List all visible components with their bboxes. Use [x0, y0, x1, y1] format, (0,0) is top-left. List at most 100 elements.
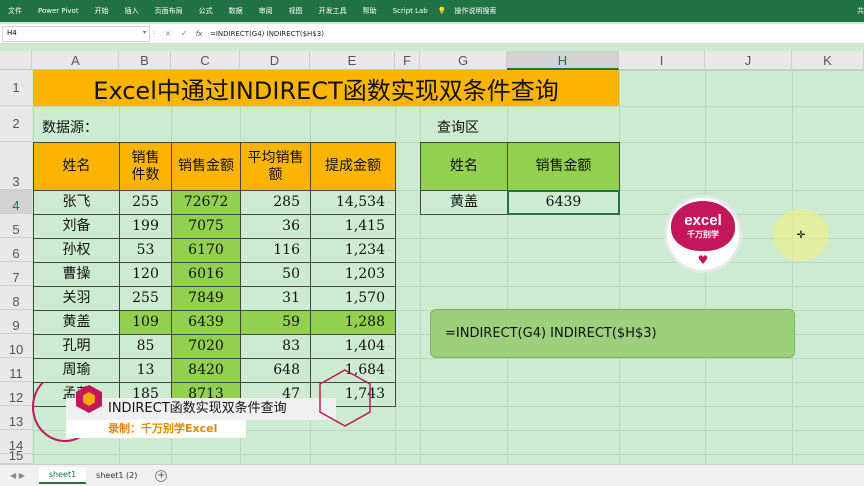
table-cell[interactable]: 关羽 — [33, 286, 120, 311]
table-cell[interactable]: 孙权 — [33, 238, 120, 263]
column-header-d[interactable]: D — [240, 51, 310, 70]
column-header-b[interactable]: B — [119, 51, 171, 70]
insert-function-icon[interactable]: fx — [192, 30, 206, 38]
table-cell[interactable]: 曹操 — [33, 262, 120, 287]
ribbon-tab[interactable]: 页面布局 — [147, 6, 191, 16]
sheet-title[interactable]: Excel中通过INDIRECT函数实现双条件查询 — [33, 70, 619, 106]
table-cell[interactable]: 285 — [240, 190, 311, 215]
row-header-10[interactable]: 10 — [0, 334, 32, 358]
ribbon-tab[interactable]: 插入 — [117, 6, 147, 16]
ribbon-tab[interactable]: 公式 — [191, 6, 221, 16]
table-cell[interactable]: 1,570 — [310, 286, 396, 311]
table-cell[interactable]: 8420 — [171, 358, 241, 383]
table-cell[interactable]: 72672 — [171, 190, 241, 215]
sheet-tab-sheet1[interactable]: sheet1 — [38, 467, 87, 484]
cancel-icon[interactable]: × — [160, 29, 176, 38]
share-button[interactable]: 共 — [857, 6, 864, 16]
ribbon-tab[interactable]: 文件 — [0, 6, 30, 16]
table-cell[interactable]: 199 — [119, 214, 172, 239]
table-cell[interactable]: 83 — [240, 334, 311, 359]
name-box[interactable]: H4 ▾ — [2, 25, 150, 42]
row-header-11[interactable]: 11 — [0, 358, 32, 382]
table-cell[interactable]: 13 — [119, 358, 172, 383]
row-header-13[interactable]: 13 — [0, 406, 32, 430]
row-header-7[interactable]: 7 — [0, 262, 32, 286]
column-header-j[interactable]: J — [705, 51, 792, 70]
sheet-tab-sheet1-2[interactable]: sheet1 (2) — [86, 468, 147, 483]
table-cell[interactable]: 85 — [119, 334, 172, 359]
table-cell[interactable]: 255 — [119, 286, 172, 311]
select-all-corner[interactable] — [0, 51, 32, 70]
ribbon-tab[interactable]: 审阅 — [251, 6, 281, 16]
table-cell[interactable]: 6170 — [171, 238, 241, 263]
table-cell[interactable]: 黄盖 — [33, 310, 120, 335]
ribbon-tab[interactable]: 开始 — [87, 6, 117, 16]
ribbon-tab[interactable]: 视图 — [281, 6, 311, 16]
row-header-12[interactable]: 12 — [0, 382, 32, 406]
row-header-15[interactable]: 15 — [0, 448, 32, 464]
table-cell[interactable]: 7020 — [171, 334, 241, 359]
row-header-8[interactable]: 8 — [0, 286, 32, 310]
table-cell[interactable]: 53 — [119, 238, 172, 263]
ribbon-tab[interactable]: Power Pivot — [30, 7, 87, 15]
source-label[interactable]: 数据源： — [42, 117, 98, 137]
column-header-f[interactable]: F — [395, 51, 420, 70]
enter-icon[interactable]: ✓ — [176, 29, 192, 38]
row-header-2[interactable]: 2 — [0, 106, 32, 142]
column-header-k[interactable]: K — [792, 51, 864, 70]
row-header-6[interactable]: 6 — [0, 238, 32, 262]
table-cell[interactable]: 6016 — [171, 262, 241, 287]
row-header-5[interactable]: 5 — [0, 214, 32, 238]
query-header-name[interactable]: 姓名 — [420, 142, 508, 191]
table-header-cell[interactable]: 提成金额 — [310, 142, 396, 191]
column-header-a[interactable]: A — [33, 51, 119, 70]
table-cell[interactable]: 648 — [240, 358, 311, 383]
row-header-1[interactable]: 1 — [0, 70, 32, 106]
table-cell[interactable]: 7849 — [171, 286, 241, 311]
table-cell[interactable]: 120 — [119, 262, 172, 287]
table-cell[interactable]: 1,415 — [310, 214, 396, 239]
column-header-i[interactable]: I — [619, 51, 705, 70]
table-header-cell[interactable]: 销售金额 — [171, 142, 241, 191]
table-header-cell[interactable]: 销售件数 — [119, 142, 172, 191]
ribbon-tab[interactable]: 开发工具 — [311, 6, 355, 16]
table-header-cell[interactable]: 姓名 — [33, 142, 120, 191]
chevron-down-icon[interactable]: ▾ — [143, 29, 146, 36]
table-cell[interactable]: 109 — [119, 310, 172, 335]
table-cell[interactable]: 1,404 — [310, 334, 396, 359]
ribbon-tab[interactable]: Script Lab — [385, 7, 436, 15]
column-header-g[interactable]: G — [420, 51, 507, 70]
query-label[interactable]: 查询区 — [437, 117, 479, 137]
table-cell[interactable]: 59 — [240, 310, 311, 335]
table-cell[interactable]: 刘备 — [33, 214, 120, 239]
table-cell[interactable]: 36 — [240, 214, 311, 239]
table-cell[interactable]: 1,288 — [310, 310, 396, 335]
table-cell[interactable]: 1,203 — [310, 262, 396, 287]
add-sheet-icon[interactable]: + — [155, 469, 168, 482]
query-header-value[interactable]: 销售金额 — [507, 142, 620, 191]
table-header-cell[interactable]: 平均销售额 — [240, 142, 311, 191]
table-cell[interactable]: 31 — [240, 286, 311, 311]
table-cell[interactable]: 50 — [240, 262, 311, 287]
table-cell[interactable]: 张飞 — [33, 190, 120, 215]
table-cell[interactable]: 14,534 — [310, 190, 396, 215]
sheet-nav-arrows[interactable]: ◀ ▶ — [10, 471, 25, 480]
table-cell[interactable]: 1,234 — [310, 238, 396, 263]
ribbon-tab[interactable]: 帮助 — [355, 6, 385, 16]
query-value-cell[interactable]: 6439 — [507, 190, 620, 215]
row-header-4[interactable]: 4 — [0, 190, 32, 214]
query-name-cell[interactable]: 黄盖 — [420, 190, 508, 215]
ribbon-tab[interactable]: 数据 — [221, 6, 251, 16]
tell-me-search[interactable]: 操作说明搜索 — [446, 6, 504, 16]
table-cell[interactable]: 7075 — [171, 214, 241, 239]
table-cell[interactable]: 孔明 — [33, 334, 120, 359]
formula-input[interactable]: =INDIRECT(G4) INDIRECT($H$3) — [210, 30, 324, 38]
column-header-e[interactable]: E — [310, 51, 395, 70]
row-header-3[interactable]: 3 — [0, 142, 32, 190]
column-header-c[interactable]: C — [171, 51, 240, 70]
table-cell[interactable]: 6439 — [171, 310, 241, 335]
table-cell[interactable]: 255 — [119, 190, 172, 215]
row-header-9[interactable]: 9 — [0, 310, 32, 334]
column-header-h[interactable]: H — [507, 51, 619, 70]
table-cell[interactable]: 116 — [240, 238, 311, 263]
